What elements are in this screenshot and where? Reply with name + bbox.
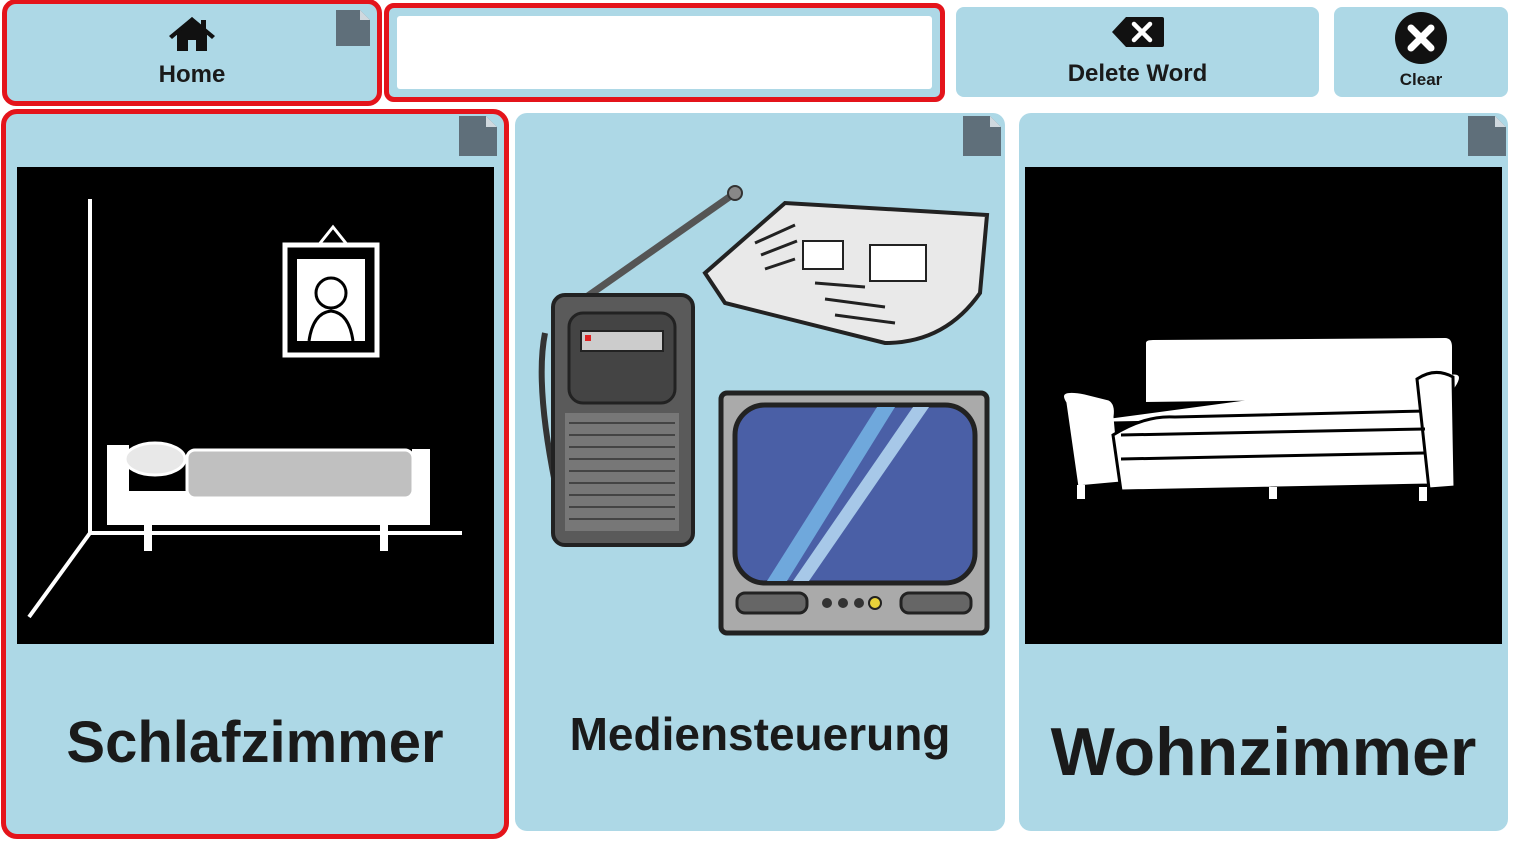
clear-icon (1334, 10, 1508, 66)
page-icon (1468, 116, 1506, 156)
home-button[interactable]: Home (2, 0, 382, 106)
delete-word-label: Delete Word (1067, 60, 1208, 87)
clear-button[interactable]: Clear (1334, 7, 1508, 97)
bedroom-picture (17, 167, 494, 644)
tile-label: Wohnzimmer (1050, 714, 1477, 790)
tile-mediensteuerung[interactable]: Mediensteuerung (515, 113, 1005, 831)
backspace-icon (956, 17, 1319, 47)
home-icon (6, 15, 378, 53)
message-text[interactable] (397, 16, 932, 89)
tile-label: Mediensteuerung (569, 708, 951, 760)
page-icon (459, 116, 497, 156)
media-picture (538, 185, 990, 636)
home-label: Home (158, 61, 226, 88)
page-icon (336, 10, 370, 46)
tile-schlafzimmer[interactable]: Schlafzimmer (1, 109, 509, 839)
delete-word-button[interactable]: Delete Word (956, 7, 1319, 97)
tile-wohnzimmer[interactable]: Wohnzimmer (1019, 113, 1508, 831)
page-icon (963, 116, 1001, 156)
tile-label: Schlafzimmer (66, 710, 444, 775)
clear-label: Clear (1399, 70, 1443, 89)
sofa-picture (1025, 167, 1502, 644)
message-bar[interactable] (384, 3, 945, 102)
